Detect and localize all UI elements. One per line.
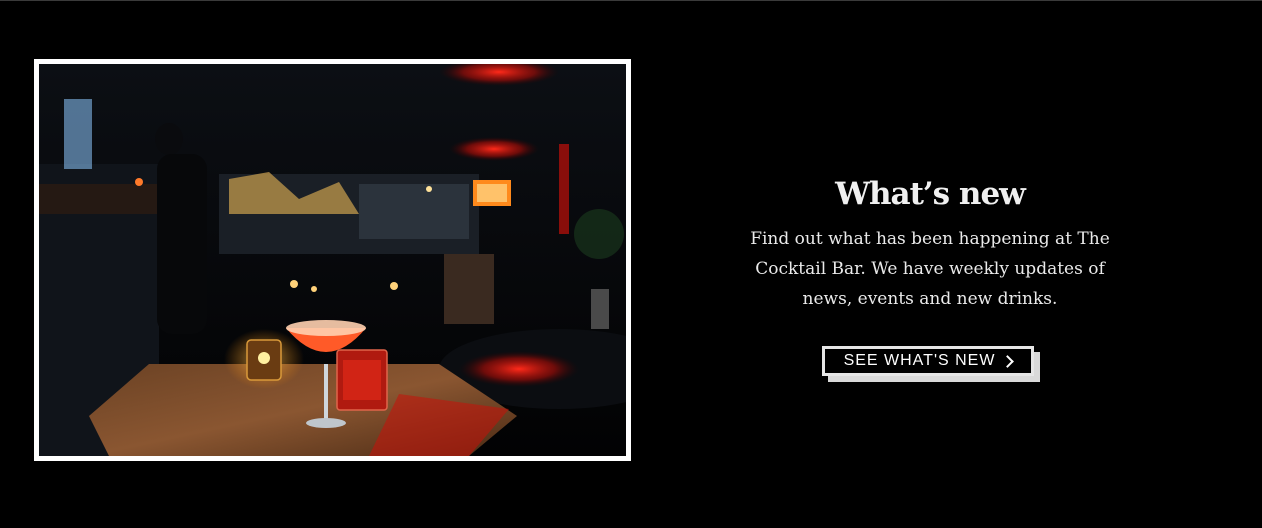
section-description: Find out what has been happening at The …	[750, 229, 1110, 309]
see-whats-new-label: SEE WHAT'S NEW	[843, 352, 996, 369]
bar-photo	[34, 59, 631, 461]
section-title: What’s new	[835, 176, 1026, 212]
chevron-right-icon	[1001, 354, 1015, 368]
see-whats-new-button-wrapper: SEE WHAT'S NEW	[822, 346, 1040, 382]
top-divider	[0, 0, 1262, 1]
see-whats-new-button[interactable]: SEE WHAT'S NEW	[822, 346, 1034, 376]
bar-photo-illustration	[39, 64, 626, 456]
whats-new-section: What’s new Find out what has been happen…	[730, 170, 1130, 314]
